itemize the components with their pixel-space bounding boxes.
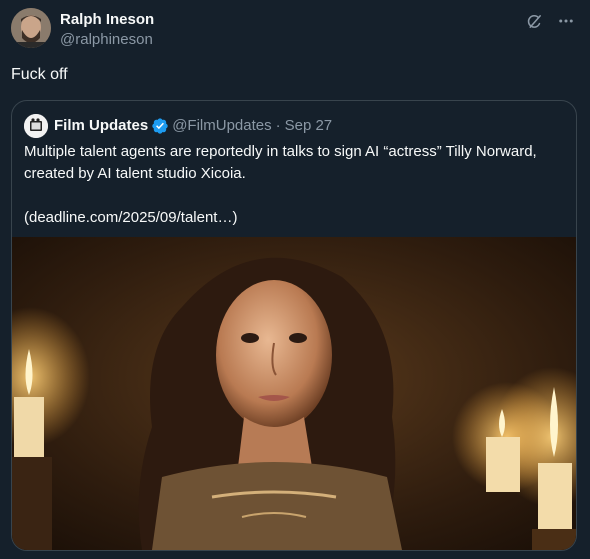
quoted-link[interactable]: (deadline.com/2025/09/talent…) <box>24 207 564 229</box>
quoted-header: Film Updates @FilmUpdates · Sep 27 <box>54 116 332 136</box>
quoted-text-line: Multiple talent agents are reportedly in… <box>24 143 537 182</box>
quoted-media-image[interactable] <box>12 237 576 550</box>
author-header: Ralph Ineson @ralphineson <box>60 10 154 50</box>
quoted-author-avatar[interactable] <box>24 114 48 138</box>
quoted-separator: · <box>275 117 281 134</box>
author-display-name[interactable]: Ralph Ineson <box>60 10 154 30</box>
quoted-text: Multiple talent agents are reportedly in… <box>24 141 564 229</box>
tweet-text: Fuck off <box>11 66 68 83</box>
quoted-tweet[interactable]: Film Updates @FilmUpdates · Sep 27 Multi… <box>11 100 577 551</box>
grok-icon[interactable] <box>524 11 544 31</box>
more-icon[interactable] <box>556 11 576 31</box>
author-handle[interactable]: @ralphineson <box>60 30 154 50</box>
author-avatar[interactable] <box>11 8 51 48</box>
film-updates-logo-icon <box>24 114 48 138</box>
tweet-actions <box>524 11 576 31</box>
quoted-handle[interactable]: @FilmUpdates <box>172 116 271 136</box>
tweet[interactable]: Ralph Ineson @ralphineson Fuck off Film … <box>0 0 590 559</box>
quoted-display-name[interactable]: Film Updates <box>54 116 148 136</box>
profile-photo-icon <box>11 8 51 48</box>
verified-badge-icon <box>151 117 169 135</box>
quoted-date[interactable]: Sep 27 <box>285 116 333 136</box>
candlelit-portrait-image-icon <box>12 237 576 550</box>
